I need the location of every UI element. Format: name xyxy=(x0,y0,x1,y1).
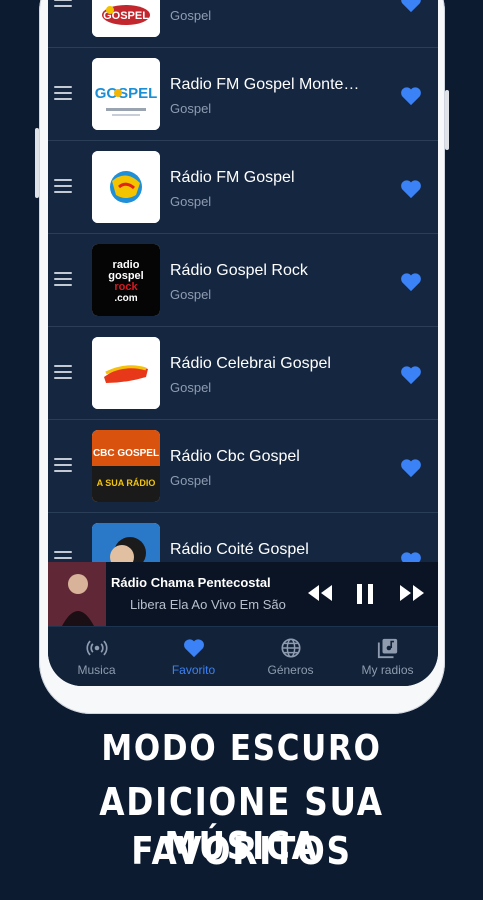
globe-icon xyxy=(281,638,301,658)
station-genre: Gospel xyxy=(170,287,212,302)
station-genre: Gospel xyxy=(170,8,212,23)
station-logo xyxy=(92,151,160,223)
station-title: Rádio Cbc Gospel xyxy=(170,448,300,465)
broadcast-icon xyxy=(86,640,108,656)
heart-icon xyxy=(184,639,204,658)
app-screen: GOSPEL Gospel GOSPEL Radio FM Gospel Mon… xyxy=(48,0,438,686)
drag-handle-icon[interactable] xyxy=(54,272,72,286)
phone-side-button xyxy=(445,90,449,150)
favorite-heart-icon[interactable] xyxy=(400,86,422,106)
logo-text: rock xyxy=(114,281,138,293)
favorite-heart-icon[interactable] xyxy=(400,0,422,13)
station-title: Rádio FM Gospel xyxy=(170,169,295,186)
nav-label: Musica xyxy=(77,663,116,677)
rewind-icon[interactable] xyxy=(306,582,334,604)
logo-text: CBC GOSPEL xyxy=(93,448,159,459)
nav-label: Favorito xyxy=(171,663,216,677)
drag-handle-icon[interactable] xyxy=(54,86,72,100)
station-title: Rádio Celebrai Gospel xyxy=(170,355,331,372)
station-title: Rádio Gospel Rock xyxy=(170,262,308,279)
pause-icon[interactable] xyxy=(354,582,376,606)
favorites-list: GOSPEL Gospel GOSPEL Radio FM Gospel Mon… xyxy=(48,0,438,606)
station-title: Rádio Coité Gospel xyxy=(170,541,309,558)
drag-handle-icon[interactable] xyxy=(54,0,72,7)
list-item[interactable]: CBC GOSPEL A SUA RÁDIO Rádio Cbc Gospel … xyxy=(48,420,438,513)
nav-item-generos[interactable]: Géneros xyxy=(242,627,339,686)
logo-text: .com xyxy=(114,293,137,304)
player-station-title: Rádio Chama Pentecostal xyxy=(111,575,271,590)
drag-handle-icon[interactable] xyxy=(54,458,72,472)
list-item[interactable]: GOSPEL Gospel xyxy=(48,0,438,48)
player-track-subtitle: Libera Ela Ao Vivo Em São xyxy=(130,597,286,612)
list-item[interactable]: Rádio FM Gospel Gospel xyxy=(48,141,438,234)
mini-player[interactable]: Rádio Chama Pentecostal Libera Ela Ao Vi… xyxy=(48,562,438,626)
station-logo: GOSPEL xyxy=(92,58,160,130)
station-logo: GOSPEL xyxy=(92,0,160,37)
phone-side-button xyxy=(35,128,39,198)
logo-text: GOSPEL xyxy=(95,85,158,102)
fast-forward-icon[interactable] xyxy=(398,582,426,604)
bottom-navigation: Musica Favorito Géneros My radios xyxy=(48,626,438,686)
station-genre: Gospel xyxy=(170,101,212,116)
list-item[interactable]: Rádio Celebrai Gospel Gospel xyxy=(48,327,438,420)
station-logo: radio gospel rock .com xyxy=(92,244,160,316)
favorite-heart-icon[interactable] xyxy=(400,458,422,478)
drag-handle-icon[interactable] xyxy=(54,179,72,193)
favorite-heart-icon[interactable] xyxy=(400,272,422,292)
caption-line-1: MODO ESCURO xyxy=(101,728,382,769)
nav-label: My radios xyxy=(361,663,414,677)
drag-handle-icon[interactable] xyxy=(54,365,72,379)
station-genre: Gospel xyxy=(170,380,212,395)
station-logo xyxy=(92,337,160,409)
list-item[interactable]: radio gospel rock .com Rádio Gospel Rock… xyxy=(48,234,438,327)
caption-line-3: FAVORITOS xyxy=(131,829,352,873)
favorite-heart-icon[interactable] xyxy=(400,179,422,199)
station-genre: Gospel xyxy=(170,473,212,488)
nav-label: Géneros xyxy=(267,663,314,677)
nav-item-my-radios[interactable]: My radios xyxy=(339,627,436,686)
nav-item-musica[interactable]: Musica xyxy=(48,627,145,686)
station-logo: CBC GOSPEL A SUA RÁDIO xyxy=(92,430,160,502)
station-genre: Gospel xyxy=(170,194,212,209)
favorite-heart-icon[interactable] xyxy=(400,365,422,385)
player-artwork xyxy=(48,562,106,626)
logo-text: A SUA RÁDIO xyxy=(97,478,156,488)
station-title: Radio FM Gospel Monte… xyxy=(170,76,360,93)
nav-item-favorito[interactable]: Favorito xyxy=(145,627,242,686)
list-item[interactable]: GOSPEL Radio FM Gospel Monte… Gospel xyxy=(48,48,438,141)
library-icon xyxy=(377,638,398,659)
